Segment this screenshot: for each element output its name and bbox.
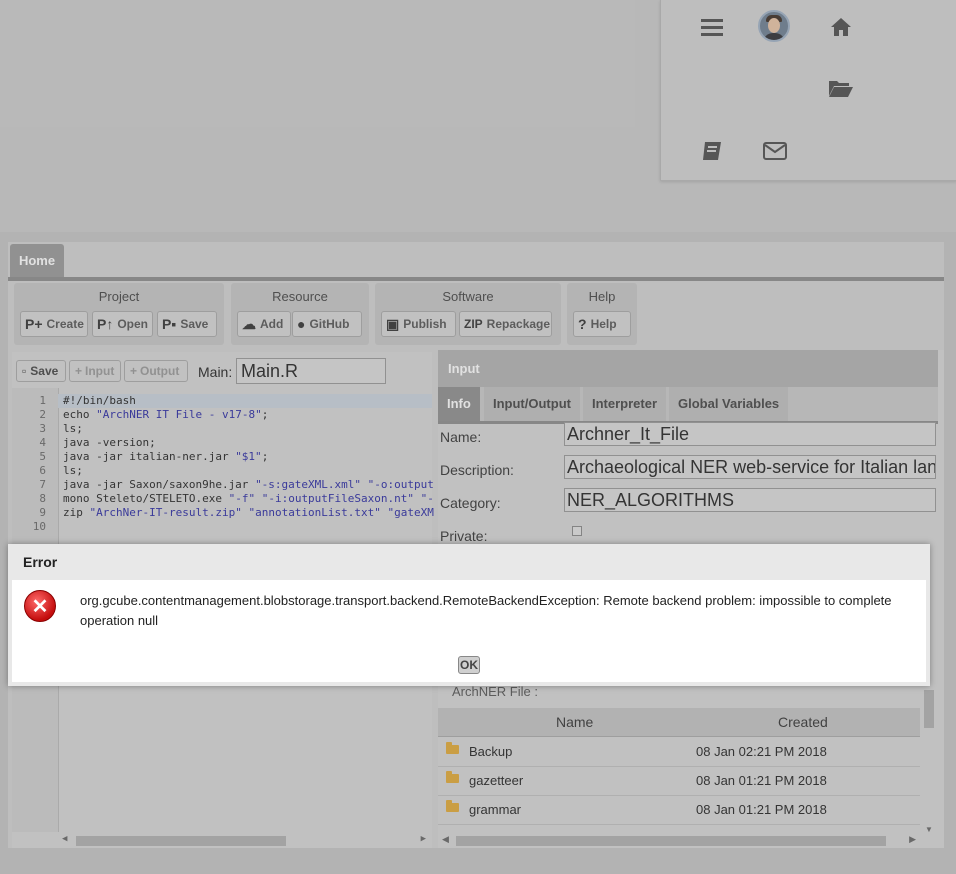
modal-overlay	[0, 0, 956, 874]
ok-button[interactable]: OK	[458, 656, 480, 674]
error-icon: ✕	[24, 590, 56, 622]
error-dialog: Error ✕ org.gcube.contentmanagement.blob…	[8, 544, 930, 686]
error-message: org.gcube.contentmanagement.blobstorage.…	[80, 593, 892, 628]
dialog-body: ✕ org.gcube.contentmanagement.blobstorag…	[12, 580, 926, 682]
dialog-title: Error	[8, 544, 930, 580]
